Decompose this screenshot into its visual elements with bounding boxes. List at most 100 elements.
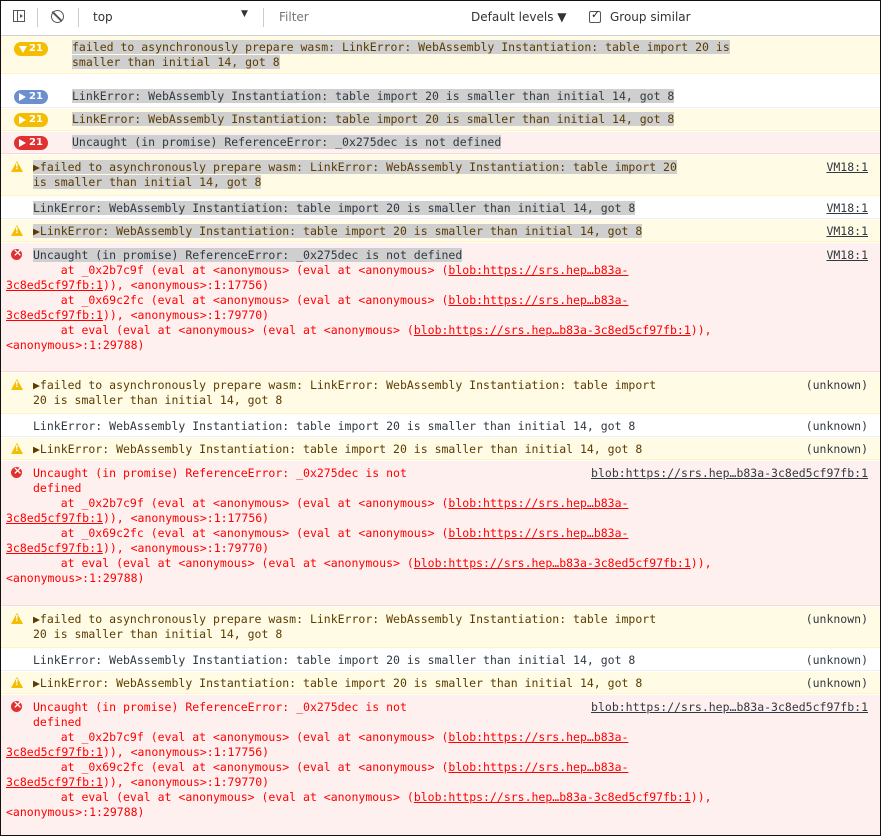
warning-icon [11,613,23,624]
message-text: Uncaught (in promise) ReferenceError: _0… [72,135,502,149]
warning-row[interactable]: ▶failed to asynchronously prepare wasm: … [1,607,880,648]
stack-line: at eval (eval at <anonymous> (eval at <a… [33,556,712,570]
error-row[interactable]: Uncaught (in promise) ReferenceError: _0… [1,695,880,835]
stack-line: at _0x2b7c9f (eval at <anonymous> (eval … [33,730,629,744]
stack-link[interactable]: blob:https://srs.hep…b83a- [448,526,628,540]
group-count-badge[interactable]: 21 [14,90,48,104]
message-text: LinkError: WebAssembly Instantiation: ta… [72,89,675,103]
stack-line: <anonymous>:1:29788) [6,805,145,819]
source-label: (unknown) [805,419,868,433]
source-label: (unknown) [805,442,868,456]
stack-link[interactable]: 3c8ed5cf97fb:1 [6,308,103,322]
warning-row[interactable]: ▶failed to asynchronously prepare wasm: … [1,373,880,414]
source-label: (unknown) [805,653,868,667]
stack-link[interactable]: blob:https://srs.hep…b83a-3c8ed5cf97fb:1 [414,556,691,570]
group-count-badge[interactable]: 21 [14,136,48,150]
toolbar-divider [263,8,264,27]
warning-icon [11,379,23,390]
chevron-down-icon[interactable]: ▼ [241,9,248,19]
stack-line: 3c8ed5cf97fb:1)), <anonymous>:1:17756) [6,511,270,525]
stack-line: 3c8ed5cf97fb:1)), <anonymous>:1:79770) [6,308,270,322]
error-row[interactable]: Uncaught (in promise) ReferenceError: _0… [1,461,880,606]
message-text-cont: defined [33,715,82,729]
stack-link[interactable]: blob:https://srs.hep…b83a-3c8ed5cf97fb:1 [414,790,691,804]
message-text-cont: smaller than initial 14, got 8 [72,55,280,69]
source-link[interactable]: VM18:1 [826,201,868,216]
source-label: (unknown) [805,612,868,626]
stack-line: <anonymous>:1:29788) [6,338,145,352]
error-icon [11,464,22,478]
stack-link[interactable]: blob:https://srs.hep…b83a- [448,730,628,744]
stack-link[interactable]: 3c8ed5cf97fb:1 [6,511,103,525]
stack-line: at _0x69c2fc (eval at <anonymous> (eval … [33,526,629,540]
group-similar-checkbox[interactable] [589,8,601,23]
group-similar-label: Group similar [610,10,691,24]
stack-link[interactable]: blob:https://srs.hep…b83a- [448,263,628,277]
message-text-cont: 20 is smaller than initial 14, got 8 [33,393,283,407]
stack-link[interactable]: blob:https://srs.hep…b83a- [448,496,628,510]
stack-link[interactable]: blob:https://srs.hep…b83a- [448,293,628,307]
warning-icon [11,677,23,688]
warning-icon [11,225,23,236]
source-link[interactable]: VM18:1 [826,160,868,175]
message-text[interactable]: ▶LinkError: WebAssembly Instantiation: t… [33,442,642,457]
source-label: (unknown) [805,676,868,690]
warning-icon [11,161,23,172]
log-row[interactable]: LinkError: WebAssembly Instantiation: ta… [1,649,880,671]
stack-line: at _0x69c2fc (eval at <anonymous> (eval … [33,760,629,774]
error-icon [11,698,22,712]
message-text: Uncaught (in promise) ReferenceError: _0… [33,700,407,714]
warning-row[interactable]: ▶LinkError: WebAssembly Instantiation: t… [1,220,880,242]
stack-line: <anonymous>:1:29788) [6,571,145,585]
source-link[interactable]: blob:https://srs.hep…b83a-3c8ed5cf97fb:1 [591,700,868,715]
message-text: LinkError: WebAssembly Instantiation: ta… [33,419,636,433]
sidebar-toggle-icon[interactable] [13,10,25,22]
grouped-warning-row[interactable]: 21 failed to asynchronously prepare wasm… [1,36,880,74]
stack-link[interactable]: 3c8ed5cf97fb:1 [6,745,103,759]
stack-line: 3c8ed5cf97fb:1)), <anonymous>:1:17756) [6,278,270,292]
clear-console-icon[interactable] [51,10,64,23]
group-count-badge[interactable]: 21 [14,42,48,56]
message-text: LinkError: WebAssembly Instantiation: ta… [33,201,636,215]
toolbar-divider [37,8,38,27]
message-text[interactable]: ▶failed to asynchronously prepare wasm: … [33,612,656,627]
stack-link[interactable]: blob:https://srs.hep…b83a-3c8ed5cf97fb:1 [414,323,691,337]
warning-icon [11,443,23,454]
log-row[interactable]: LinkError: WebAssembly Instantiation: ta… [1,415,880,437]
source-link[interactable]: VM18:1 [826,248,868,263]
stack-link[interactable]: blob:https://srs.hep…b83a- [448,760,628,774]
stack-link[interactable]: 3c8ed5cf97fb:1 [6,775,103,789]
source-link[interactable]: blob:https://srs.hep…b83a-3c8ed5cf97fb:1 [591,466,868,481]
filter-input[interactable] [273,6,459,27]
grouped-error-row[interactable]: 21 Uncaught (in promise) ReferenceError:… [1,132,880,154]
message-text[interactable]: ▶failed to asynchronously prepare wasm: … [33,160,677,175]
message-text-cont: defined [33,481,82,495]
source-link[interactable]: VM18:1 [826,224,868,239]
stack-line: 3c8ed5cf97fb:1)), <anonymous>:1:79770) [6,775,270,789]
message-text[interactable]: ▶LinkError: WebAssembly Instantiation: t… [33,676,642,691]
stack-line: at _0x69c2fc (eval at <anonymous> (eval … [33,293,629,307]
grouped-warning-row[interactable]: 21 LinkError: WebAssembly Instantiation:… [1,109,880,131]
stack-link[interactable]: 3c8ed5cf97fb:1 [6,278,103,292]
stack-link[interactable]: 3c8ed5cf97fb:1 [6,541,103,555]
warning-row[interactable]: ▶LinkError: WebAssembly Instantiation: t… [1,438,880,460]
message-text: LinkError: WebAssembly Instantiation: ta… [33,653,636,667]
stack-line: at eval (eval at <anonymous> (eval at <a… [33,323,712,337]
stack-line: at _0x2b7c9f (eval at <anonymous> (eval … [33,263,629,277]
message-text[interactable]: ▶failed to asynchronously prepare wasm: … [33,378,656,393]
message-text[interactable]: ▶LinkError: WebAssembly Instantiation: t… [33,224,643,239]
stack-line: at _0x2b7c9f (eval at <anonymous> (eval … [33,496,629,510]
group-count-badge[interactable]: 21 [14,113,48,127]
log-row[interactable]: LinkError: WebAssembly Instantiation: ta… [1,197,880,219]
error-row[interactable]: Uncaught (in promise) ReferenceError: _0… [1,243,880,372]
message-text: failed to asynchronously prepare wasm: L… [72,40,730,54]
warning-row[interactable]: ▶failed to asynchronously prepare wasm: … [1,155,880,196]
message-text: Uncaught (in promise) ReferenceError: _0… [33,248,463,262]
stack-line: 3c8ed5cf97fb:1)), <anonymous>:1:17756) [6,745,270,759]
warning-row[interactable]: ▶LinkError: WebAssembly Instantiation: t… [1,672,880,694]
toolbar-divider [78,8,79,27]
context-selector[interactable]: top [93,10,113,24]
grouped-info-row[interactable]: 21 LinkError: WebAssembly Instantiation:… [1,86,880,108]
levels-dropdown[interactable]: Default levels ▼ [471,10,567,24]
error-icon [11,246,22,260]
